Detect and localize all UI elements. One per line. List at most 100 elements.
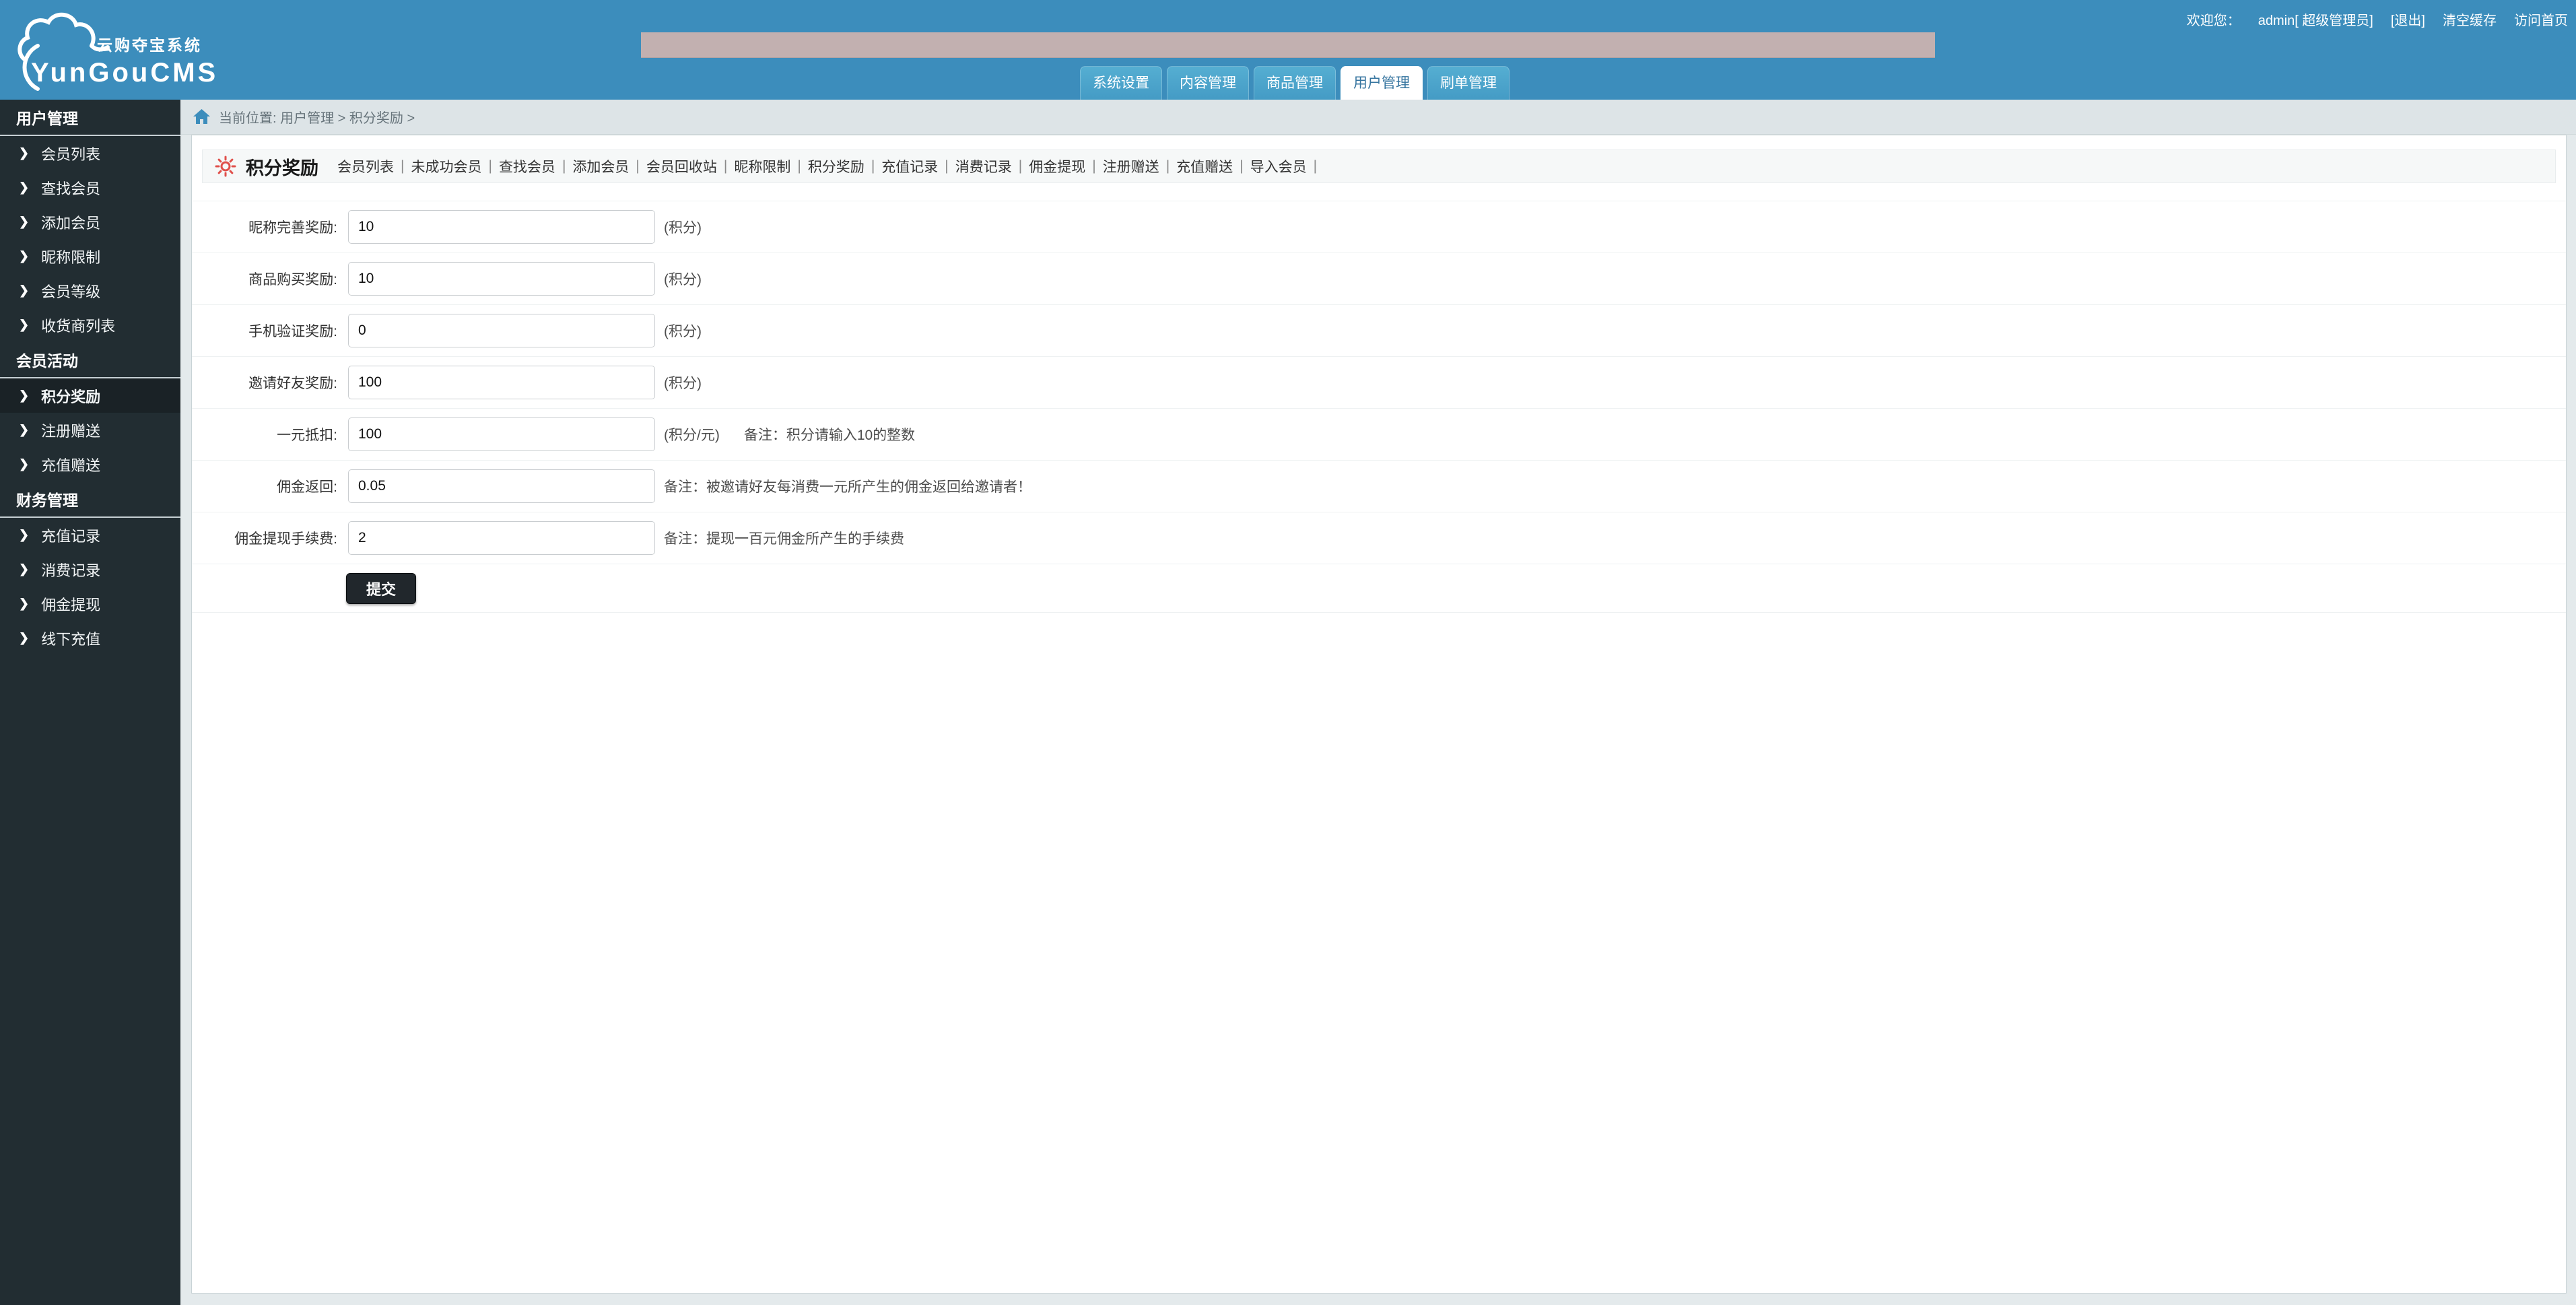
- panel-link-import-members[interactable]: 导入会员: [1250, 156, 1307, 176]
- points-reward-form: 昵称完善奖励: (积分) 商品购买奖励: (积分) 手机验证奖励:: [192, 201, 2566, 613]
- sidebar-item-offline-recharge[interactable]: ❯ 线下充值: [0, 621, 180, 655]
- panel-link-recharge-gift[interactable]: 充值赠送: [1176, 156, 1233, 176]
- link-separator: |: [724, 158, 727, 174]
- sidebar-item-points-reward[interactable]: ❯ 积分奖励: [0, 378, 180, 413]
- sidebar-item-commission-withdraw[interactable]: ❯ 佣金提现: [0, 587, 180, 621]
- sidebar-item-label: 积分奖励: [41, 385, 100, 407]
- panel-link-commission-withdraw[interactable]: 佣金提现: [1029, 156, 1085, 176]
- field-unit: (积分): [664, 372, 702, 393]
- panel-link-recharge-record[interactable]: 充值记录: [881, 156, 938, 176]
- form-row-product-purchase: 商品购买奖励: (积分): [192, 253, 2566, 305]
- chevron-right-icon: ❯: [19, 423, 29, 437]
- breadcrumb-text: 当前位置: 用户管理 > 积分奖励 >: [219, 107, 415, 127]
- link-separator: |: [636, 158, 639, 174]
- logout-link[interactable]: [退出]: [2391, 9, 2425, 29]
- tab-user-management[interactable]: 用户管理: [1341, 66, 1423, 100]
- sidebar-item-consume-record[interactable]: ❯ 消费记录: [0, 552, 180, 587]
- sidebar-item-label: 添加会员: [41, 211, 100, 233]
- panel-header: 积分奖励 会员列表 | 未成功会员 | 查找会员 | 添加会员 | 会员回收站 | 昵称限…: [202, 149, 2556, 183]
- form-row-nickname-complete: 昵称完善奖励: (积分): [192, 201, 2566, 253]
- link-separator: |: [1240, 158, 1243, 174]
- tab-order-management[interactable]: 刷单管理: [1427, 66, 1510, 100]
- panel-link-points-reward[interactable]: 积分奖励: [808, 156, 865, 176]
- form-row-withdraw-fee: 佣金提现手续费: 备注：提现一百元佣金所产生的手续费: [192, 512, 2566, 564]
- field-label: 商品购买奖励:: [192, 269, 337, 289]
- chevron-right-icon: ❯: [19, 283, 29, 298]
- field-label: 佣金提现手续费:: [192, 528, 337, 548]
- panel-link-add-member[interactable]: 添加会员: [572, 156, 629, 176]
- sidebar-item-label: 注册赠送: [41, 420, 100, 441]
- visit-home-link[interactable]: 访问首页: [2514, 9, 2568, 29]
- yuan-deduct-input[interactable]: [348, 417, 655, 451]
- product-purchase-reward-input[interactable]: [348, 262, 655, 296]
- chevron-right-icon: ❯: [19, 597, 29, 611]
- main-panel: 积分奖励 会员列表 | 未成功会员 | 查找会员 | 添加会员 | 会员回收站 | 昵称限…: [191, 135, 2567, 1294]
- sidebar-section-finance-management: 财务管理: [0, 481, 180, 518]
- form-row-commission-return: 佣金返回: 备注：被邀请好友每消费一元所产生的佣金返回给邀请者！: [192, 461, 2566, 512]
- sidebar-item-member-list[interactable]: ❯ 会员列表: [0, 136, 180, 170]
- sidebar-item-recharge-gift[interactable]: ❯ 充值赠送: [0, 447, 180, 481]
- panel-link-consume-record[interactable]: 消费记录: [955, 156, 1012, 176]
- sidebar-item-find-member[interactable]: ❯ 查找会员: [0, 170, 180, 205]
- link-separator: |: [1166, 158, 1170, 174]
- top-nav-tabs: 系统设置 内容管理 商品管理 用户管理 刷单管理: [1080, 66, 1510, 100]
- sidebar-item-register-gift[interactable]: ❯ 注册赠送: [0, 413, 180, 447]
- field-side: 备注：被邀请好友每消费一元所产生的佣金返回给邀请者！: [664, 476, 1031, 496]
- phone-verify-reward-input[interactable]: [348, 314, 655, 347]
- sidebar-item-nickname-limit[interactable]: ❯ 昵称限制: [0, 239, 180, 273]
- field-side: (积分): [664, 321, 702, 341]
- field-note: 备注：积分请输入10的整数: [744, 424, 915, 444]
- field-side: (积分): [664, 269, 702, 289]
- user-area: 欢迎您： admin[ 超级管理员] [退出] 清空缓存 访问首页: [2187, 9, 2568, 29]
- nickname-complete-reward-input[interactable]: [348, 210, 655, 244]
- panel-link-unsuccessful-members[interactable]: 未成功会员: [411, 156, 481, 176]
- link-separator: |: [488, 158, 492, 174]
- brand-subtitle: 云购夺宝系统: [97, 32, 202, 55]
- field-label: 邀请好友奖励:: [192, 372, 337, 393]
- chevron-right-icon: ❯: [19, 249, 29, 263]
- panel-link-register-gift[interactable]: 注册赠送: [1103, 156, 1159, 176]
- link-separator: |: [1019, 158, 1022, 174]
- field-label: 昵称完善奖励:: [192, 217, 337, 237]
- sidebar-item-label: 消费记录: [41, 559, 100, 580]
- link-separator: |: [797, 158, 801, 174]
- sidebar-item-label: 会员等级: [41, 280, 100, 302]
- tab-system-settings[interactable]: 系统设置: [1080, 66, 1162, 100]
- tab-product-management[interactable]: 商品管理: [1254, 66, 1336, 100]
- clear-cache-link[interactable]: 清空缓存: [2443, 9, 2497, 29]
- sidebar: 用户管理 ❯ 会员列表 ❯ 查找会员 ❯ 添加会员 ❯ 昵称限制 ❯ 会员等级 …: [0, 100, 180, 1305]
- sidebar-item-label: 线下充值: [41, 628, 100, 649]
- sidebar-item-label: 会员列表: [41, 143, 100, 164]
- sidebar-item-add-member[interactable]: ❯ 添加会员: [0, 205, 180, 239]
- logo[interactable]: YunGouCMS 云购夺宝系统: [12, 7, 221, 94]
- form-row-phone-verify: 手机验证奖励: (积分): [192, 305, 2566, 357]
- commission-return-input[interactable]: [348, 469, 655, 503]
- panel-link-member-list[interactable]: 会员列表: [337, 156, 394, 176]
- sidebar-section-user-management: 用户管理: [0, 100, 180, 136]
- link-separator: |: [562, 158, 566, 174]
- tab-content-management[interactable]: 内容管理: [1167, 66, 1249, 100]
- field-unit: (积分): [664, 269, 702, 289]
- field-side: (积分): [664, 372, 702, 393]
- submit-button[interactable]: 提交: [346, 573, 416, 604]
- field-label: 手机验证奖励:: [192, 321, 337, 341]
- sidebar-item-receiver-list[interactable]: ❯ 收货商列表: [0, 308, 180, 342]
- username-label: admin[ 超级管理员]: [2258, 9, 2373, 29]
- sidebar-item-label: 佣金提现: [41, 593, 100, 615]
- home-icon: [193, 108, 211, 125]
- chevron-right-icon: ❯: [19, 528, 29, 542]
- commission-withdraw-fee-input[interactable]: [348, 521, 655, 555]
- panel-link-nickname-limit[interactable]: 昵称限制: [734, 156, 790, 176]
- welcome-label: 欢迎您：: [2187, 9, 2241, 29]
- sidebar-item-recharge-record[interactable]: ❯ 充值记录: [0, 518, 180, 552]
- sidebar-item-member-level[interactable]: ❯ 会员等级: [0, 273, 180, 308]
- panel-link-find-member[interactable]: 查找会员: [499, 156, 555, 176]
- field-side: (积分): [664, 217, 702, 237]
- page-title: 积分奖励: [246, 154, 318, 180]
- sidebar-section-member-activity: 会员活动: [0, 342, 180, 378]
- panel-link-member-recycle-bin[interactable]: 会员回收站: [646, 156, 717, 176]
- chevron-right-icon: ❯: [19, 631, 29, 645]
- invite-friend-reward-input[interactable]: [348, 366, 655, 399]
- breadcrumb: 当前位置: 用户管理 > 积分奖励 >: [180, 100, 2576, 135]
- chevron-right-icon: ❯: [19, 389, 29, 403]
